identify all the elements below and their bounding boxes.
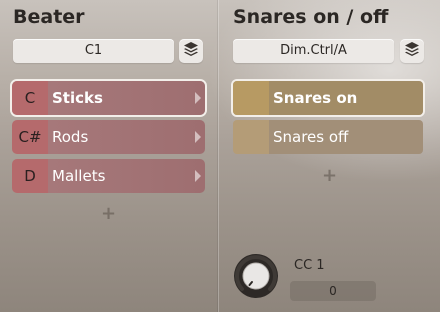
layers-icon bbox=[404, 41, 420, 61]
beater-item-mallets[interactable]: D Mallets bbox=[12, 159, 205, 193]
chevron-right-icon[interactable] bbox=[195, 170, 201, 182]
chevron-right-icon[interactable] bbox=[195, 131, 201, 143]
layers-icon bbox=[183, 41, 199, 61]
beater-title: Beater bbox=[13, 6, 85, 28]
snares-title: Snares on / off bbox=[233, 6, 389, 28]
beater-stack-button[interactable] bbox=[179, 39, 203, 63]
snares-item-on[interactable]: Snares on bbox=[231, 79, 425, 117]
plus-icon[interactable]: + bbox=[322, 165, 337, 186]
item-label: Mallets bbox=[52, 167, 106, 185]
knob-icon[interactable] bbox=[232, 252, 280, 300]
snares-stack-button[interactable] bbox=[400, 39, 424, 63]
key-label: D bbox=[12, 159, 48, 193]
snares-pane: Snares on / off Dim.Ctrl/A Snares on Sna… bbox=[219, 0, 440, 312]
snares-item-off[interactable]: Snares off bbox=[233, 120, 423, 154]
beater-articulation-selector[interactable]: C1 bbox=[13, 39, 174, 63]
key-label: C bbox=[12, 81, 48, 115]
plus-icon[interactable]: + bbox=[101, 203, 116, 224]
snares-controller-selector[interactable]: Dim.Ctrl/A bbox=[233, 39, 394, 63]
controller-value-field[interactable]: 0 bbox=[290, 281, 376, 301]
controller-label: CC 1 bbox=[294, 258, 325, 273]
beater-item-rods[interactable]: C# Rods bbox=[12, 120, 205, 154]
beater-pane: Beater C1 C Sticks C# Rods D Mallets + bbox=[0, 0, 218, 312]
beater-item-sticks[interactable]: C Sticks bbox=[10, 79, 207, 117]
item-label: Rods bbox=[52, 128, 89, 146]
key-label: C# bbox=[12, 120, 48, 154]
chevron-right-icon[interactable] bbox=[195, 92, 201, 104]
item-label: Sticks bbox=[52, 89, 103, 107]
item-label: Snares on bbox=[273, 89, 358, 107]
item-label: Snares off bbox=[273, 128, 349, 146]
